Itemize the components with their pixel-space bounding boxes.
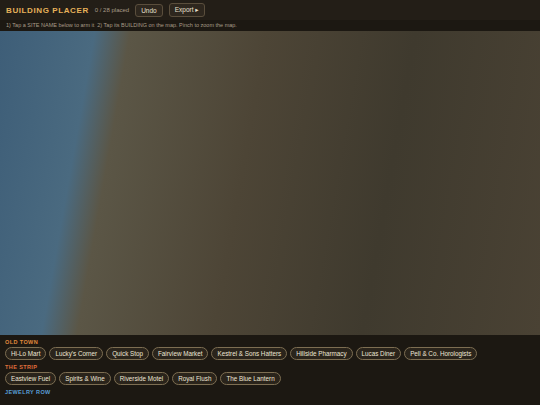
site-chip[interactable]: Lucas Diner bbox=[356, 347, 402, 360]
app: BUILDING PLACER 0 / 28 placed Undo Export ▸… bbox=[0, 0, 540, 405]
site-list: OLD TOWN Hi-Lo MartLucky's CornerQuick St… bbox=[0, 335, 540, 395]
site-chip[interactable]: Hillside Pharmacy bbox=[290, 347, 352, 360]
chip-row: Eastview FuelSpirits & WineRiverside Mot… bbox=[5, 372, 535, 387]
site-section: THE STRIP Eastview FuelSpirits & WineRive… bbox=[5, 364, 535, 387]
toolbar: BUILDING PLACER 0 / 28 placed Undo Export ▸ bbox=[0, 0, 540, 20]
site-section: JEWELRY ROW bbox=[5, 389, 535, 395]
site-chip[interactable]: Eastview Fuel bbox=[5, 372, 56, 385]
site-chip[interactable]: The Blue Lantern bbox=[220, 372, 280, 385]
app-title: BUILDING PLACER bbox=[6, 6, 89, 15]
section-label: JEWELRY ROW bbox=[5, 389, 535, 395]
section-label: OLD TOWN bbox=[5, 339, 535, 345]
toolbar-button[interactable]: Export ▸ bbox=[169, 3, 205, 17]
site-chip[interactable]: Royal Flush bbox=[172, 372, 217, 385]
site-chip[interactable]: Riverside Motel bbox=[114, 372, 169, 385]
site-chip[interactable]: Kestrel & Sons Hatters bbox=[211, 347, 287, 360]
site-section: OLD TOWN Hi-Lo MartLucky's CornerQuick St… bbox=[5, 339, 535, 362]
chip-row: Hi-Lo MartLucky's CornerQuick StopFairvi… bbox=[5, 347, 535, 362]
site-chip[interactable]: Fairview Market bbox=[152, 347, 208, 360]
site-chip[interactable]: Hi-Lo Mart bbox=[5, 347, 46, 360]
site-chip[interactable]: Pell & Co. Horologists bbox=[404, 347, 477, 360]
instructions: 1) Tap a SITE NAME below to arm it 2) Ta… bbox=[0, 20, 540, 31]
toolbar-button[interactable]: Undo bbox=[135, 4, 163, 17]
site-chip[interactable]: Lucky's Corner bbox=[49, 347, 103, 360]
placed-count: 0 / 28 placed bbox=[95, 7, 129, 13]
city-map[interactable] bbox=[0, 31, 540, 335]
section-label: THE STRIP bbox=[5, 364, 535, 370]
site-chip[interactable]: Quick Stop bbox=[106, 347, 149, 360]
site-chip[interactable]: Spirits & Wine bbox=[59, 372, 111, 385]
